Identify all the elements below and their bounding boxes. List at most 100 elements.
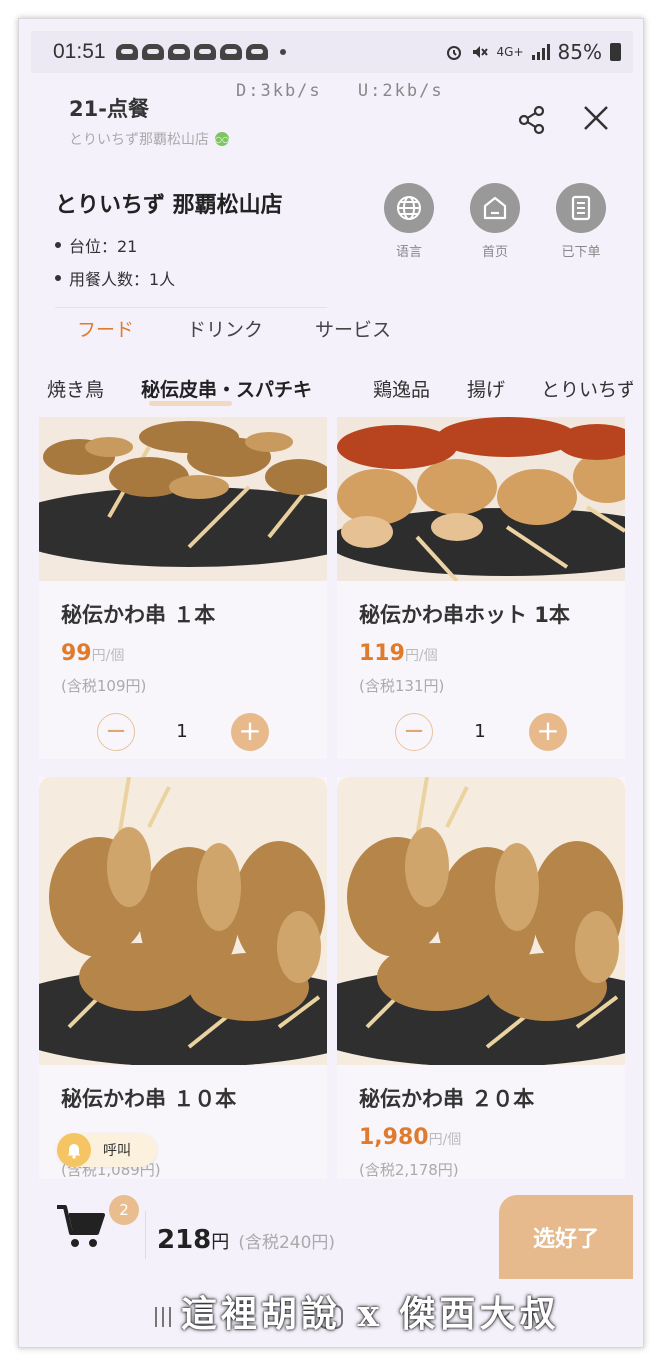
page-title: 21-点餐 bbox=[69, 97, 149, 121]
battery-icon bbox=[610, 43, 621, 61]
cart-total: 218円 (含税240円) bbox=[157, 1225, 335, 1255]
product-image bbox=[39, 417, 327, 581]
tab-service[interactable]: サービス bbox=[315, 315, 391, 342]
close-icon[interactable] bbox=[579, 101, 613, 135]
notification-icons bbox=[115, 44, 286, 60]
network-type: 4G+ bbox=[496, 45, 524, 59]
game-controller-icon bbox=[219, 44, 242, 60]
call-staff-label: 呼叫 bbox=[103, 1143, 131, 1159]
status-bar: 01:51 4G+ 85% bbox=[31, 31, 633, 73]
total-tax: (含税240円) bbox=[238, 1233, 336, 1253]
product-card[interactable]: 秘伝かわ串ホット 1本 119円/個 (含税131円) − 1 + bbox=[337, 417, 625, 759]
language-label: 语言 bbox=[395, 245, 422, 260]
alarm-icon bbox=[446, 46, 461, 60]
price-value: 119 bbox=[359, 641, 405, 666]
net-down: D:3kb/s bbox=[236, 81, 322, 101]
store-info: とりいちず 那覇松山店 台位：21 用餐人数：1人 语言 首页 已下单 bbox=[31, 173, 633, 308]
product-tax: (含税109円) bbox=[61, 677, 147, 695]
quantity-stepper: − 1 + bbox=[97, 713, 269, 753]
diner-count: 用餐人数：1人 bbox=[55, 266, 175, 290]
checkout-button[interactable]: 选好了 bbox=[499, 1195, 633, 1279]
home-label: 首页 bbox=[481, 245, 508, 260]
cart-icon bbox=[57, 1205, 105, 1247]
price-unit: 円/個 bbox=[404, 648, 438, 664]
page-subtitle: とりいちず那覇松山店 ○○ bbox=[69, 129, 229, 149]
system-nav-bar: ‹ 這裡胡說 x 傑西大叔 bbox=[31, 1281, 633, 1343]
status-right: 4G+ 85% bbox=[445, 40, 621, 64]
category-age[interactable]: 揚げ bbox=[467, 375, 505, 402]
recent-apps-icon[interactable] bbox=[155, 1307, 171, 1327]
total-currency: 円 bbox=[211, 1232, 230, 1253]
product-grid: 秘伝かわ串 １本 99円/個 (含税109円) − 1 + 秘伝かわ串ホット 1… bbox=[31, 417, 633, 1179]
quantity-value: 1 bbox=[474, 721, 486, 742]
store-name: とりいちず 那覇松山店 bbox=[55, 193, 283, 218]
price-value: 1,980 bbox=[359, 1125, 429, 1150]
price-value: 99 bbox=[61, 641, 92, 666]
signal-icon bbox=[531, 44, 550, 60]
product-card[interactable]: 秘伝かわ串 ２０本 1,980円/個 (含税2,178円) bbox=[337, 777, 625, 1179]
category-yakitori[interactable]: 焼き鳥 bbox=[47, 375, 104, 402]
game-controller-icon bbox=[167, 44, 190, 60]
product-price: 1,980円/個 bbox=[359, 1125, 461, 1150]
quantity-value: 1 bbox=[176, 721, 188, 742]
category-tori-ippin[interactable]: 鶏逸品 bbox=[373, 375, 430, 402]
total-value: 218 bbox=[157, 1225, 212, 1255]
price-unit: 円/個 bbox=[91, 648, 125, 664]
category-kawa-supachiki[interactable]: 秘伝皮串・スパチキ bbox=[141, 375, 312, 406]
product-image bbox=[39, 777, 327, 1065]
receipt-icon bbox=[556, 183, 606, 233]
verified-badge-icon: ○○ bbox=[215, 132, 229, 146]
decrease-button[interactable]: − bbox=[395, 713, 433, 751]
status-time: 01:51 bbox=[53, 40, 106, 63]
product-tax: (含税2,178円) bbox=[359, 1161, 459, 1179]
cart-button[interactable]: 2 bbox=[55, 1195, 139, 1261]
quantity-stepper: − 1 + bbox=[395, 713, 567, 753]
game-controller-icon bbox=[115, 44, 138, 60]
cart-bar: 2 218円 (含税240円) 选好了 bbox=[31, 1179, 633, 1281]
battery-level: 85% bbox=[557, 40, 602, 64]
app-header: D:3kb/s U:2kb/s 21-点餐 とりいちず那覇松山店 ○○ bbox=[31, 73, 633, 173]
product-card[interactable]: 秘伝かわ串 １０本 (含税1,089円) bbox=[39, 777, 327, 1179]
mute-icon bbox=[472, 46, 488, 58]
game-controller-icon bbox=[141, 44, 164, 60]
product-price: 119円/個 bbox=[359, 641, 438, 666]
store-details: 台位：21 用餐人数：1人 bbox=[55, 233, 175, 299]
orders-label: 已下单 bbox=[561, 245, 601, 260]
category-bar: 焼き鳥 秘伝皮串・スパチキ 鶏逸品 揚げ とりいちず bbox=[31, 371, 633, 411]
bell-icon bbox=[57, 1133, 91, 1167]
table-number: 台位：21 bbox=[55, 233, 175, 257]
tab-food[interactable]: フード bbox=[77, 315, 134, 342]
home-button[interactable]: 首页 bbox=[467, 183, 523, 260]
product-price: 99円/個 bbox=[61, 641, 124, 666]
decrease-button[interactable]: − bbox=[97, 713, 135, 751]
divider bbox=[55, 307, 327, 308]
product-name: 秘伝かわ串 １本 bbox=[61, 603, 216, 627]
product-name: 秘伝かわ串 ２０本 bbox=[359, 1087, 535, 1111]
game-controller-icon bbox=[245, 44, 268, 60]
net-up: U:2kb/s bbox=[357, 81, 444, 101]
share-icon[interactable] bbox=[515, 103, 549, 137]
category-toriichizu[interactable]: とりいちず bbox=[541, 375, 633, 402]
product-name: 秘伝かわ串ホット 1本 bbox=[359, 603, 570, 627]
product-name: 秘伝かわ串 １０本 bbox=[61, 1087, 237, 1111]
divider bbox=[145, 1211, 146, 1259]
product-image bbox=[337, 777, 625, 1065]
watermark: 這裡胡說 x 傑西大叔 bbox=[181, 1293, 560, 1335]
globe-icon bbox=[384, 183, 434, 233]
game-controller-icon bbox=[193, 44, 216, 60]
menu-tabs: フード ドリンク サービス bbox=[31, 315, 633, 355]
more-notifications-icon bbox=[279, 49, 286, 55]
store-subtitle: とりいちず那覇松山店 bbox=[69, 132, 209, 148]
tab-drink[interactable]: ドリンク bbox=[187, 315, 263, 342]
increase-button[interactable]: + bbox=[529, 713, 567, 751]
orders-button[interactable]: 已下单 bbox=[553, 183, 609, 260]
home-icon bbox=[470, 183, 520, 233]
cart-count-badge: 2 bbox=[109, 1195, 139, 1225]
call-staff-button[interactable]: 呼叫 bbox=[57, 1133, 157, 1167]
language-button[interactable]: 语言 bbox=[381, 183, 437, 260]
increase-button[interactable]: + bbox=[231, 713, 269, 751]
product-tax: (含税131円) bbox=[359, 677, 445, 695]
net-speed: D:3kb/s U:2kb/s bbox=[236, 81, 468, 101]
product-card[interactable]: 秘伝かわ串 １本 99円/個 (含税109円) − 1 + bbox=[39, 417, 327, 759]
product-image bbox=[337, 417, 625, 581]
